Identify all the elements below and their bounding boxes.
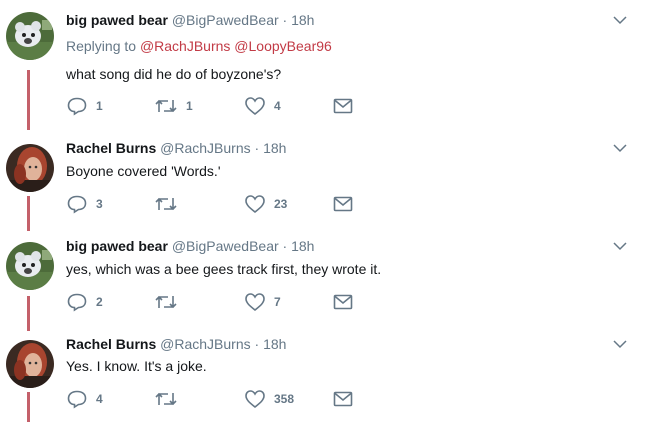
separator-dot: · (282, 12, 288, 28)
retweet-count: 1 (186, 99, 193, 113)
bear-avatar-image (6, 12, 54, 60)
timestamp[interactable]: 18h (291, 12, 314, 28)
retweet-button[interactable] (154, 292, 186, 312)
avatar[interactable] (6, 12, 54, 60)
reply-count: 3 (96, 197, 103, 211)
user-handle[interactable]: @BigPawedBear (172, 12, 279, 28)
message-icon (333, 98, 353, 114)
separator-dot: · (282, 238, 288, 254)
user-handle[interactable]: @RachJBurns (160, 140, 250, 156)
reply-button[interactable]: 1 (66, 96, 103, 116)
message-button[interactable] (332, 194, 354, 214)
timestamp[interactable]: 18h (263, 336, 286, 352)
display-name[interactable]: big pawed bear (66, 12, 168, 28)
message-button[interactable] (332, 389, 354, 409)
like-count: 7 (274, 295, 281, 309)
reply-icon (67, 97, 87, 116)
tweet-header: big pawed bear @BigPawedBear · 18h (66, 237, 314, 255)
reply-button[interactable]: 3 (66, 194, 103, 214)
retweet-icon (155, 295, 177, 309)
reply-button[interactable]: 2 (66, 292, 103, 312)
avatar[interactable] (6, 340, 54, 388)
like-icon (245, 390, 265, 409)
tweet-text: Boyone covered 'Words.' (66, 163, 221, 179)
reply-icon (67, 195, 87, 214)
message-button[interactable] (332, 292, 354, 312)
tweet-header: big pawed bear @BigPawedBear · 18h (66, 11, 314, 29)
tweet[interactable]: big pawed bear @BigPawedBear · 18h Reply… (0, 10, 650, 125)
chevron-down-icon[interactable] (612, 238, 628, 254)
avatar[interactable] (6, 144, 54, 192)
separator-dot: · (254, 140, 260, 156)
chevron-down-icon[interactable] (612, 336, 628, 352)
like-count: 358 (274, 392, 295, 406)
like-count: 23 (274, 197, 288, 211)
tweet[interactable]: Rachel Burns @RachJBurns · 18h Boyone co… (0, 138, 650, 228)
timestamp[interactable]: 18h (291, 238, 314, 254)
chevron-down-icon[interactable] (612, 140, 628, 156)
chevron-down-icon[interactable] (612, 12, 628, 28)
like-icon (245, 97, 265, 116)
tweet-header: Rachel Burns @RachJBurns · 18h (66, 139, 286, 157)
mention-link[interactable]: @LoopyBear96 (234, 38, 332, 54)
display-name[interactable]: Rachel Burns (66, 336, 156, 352)
display-name[interactable]: big pawed bear (66, 238, 168, 254)
message-icon (333, 294, 353, 310)
like-button[interactable]: 7 (244, 292, 281, 312)
reply-count: 1 (96, 99, 103, 113)
timestamp[interactable]: 18h (263, 140, 286, 156)
like-button[interactable]: 4 (244, 96, 281, 116)
reply-button[interactable]: 4 (66, 389, 103, 409)
message-icon (333, 196, 353, 212)
reply-icon (67, 390, 87, 409)
tweet-header: Rachel Burns @RachJBurns · 18h (66, 335, 286, 353)
display-name[interactable]: Rachel Burns (66, 140, 156, 156)
message-button[interactable] (332, 96, 354, 116)
retweet-icon (155, 392, 177, 406)
tweet-text: what song did he do of boyzone's? (66, 66, 282, 82)
avatar[interactable] (6, 242, 54, 290)
like-button[interactable]: 358 (244, 389, 294, 409)
retweet-icon (155, 197, 177, 211)
reply-count: 4 (96, 392, 103, 406)
like-button[interactable]: 23 (244, 194, 287, 214)
retweet-button[interactable] (154, 389, 186, 409)
like-icon (245, 195, 265, 214)
rachel-avatar-image (6, 144, 54, 192)
retweet-icon (155, 99, 177, 113)
bear-avatar-image (6, 242, 54, 290)
separator-dot: · (254, 336, 260, 352)
reply-count: 2 (96, 295, 103, 309)
tweet-text: Yes. I know. It's a joke. (66, 358, 207, 374)
retweet-button[interactable] (154, 194, 186, 214)
user-handle[interactable]: @RachJBurns (160, 336, 250, 352)
user-handle[interactable]: @BigPawedBear (172, 238, 279, 254)
reply-icon (67, 293, 87, 312)
rachel-avatar-image (6, 340, 54, 388)
message-icon (333, 391, 353, 407)
mention-link[interactable]: @RachJBurns (140, 38, 230, 54)
like-count: 4 (274, 99, 281, 113)
replying-to-label: Replying to (66, 38, 137, 54)
replying-to: Replying to @RachJBurns @LoopyBear96 (66, 37, 332, 55)
retweet-button[interactable]: 1 (154, 96, 193, 116)
tweet-text: yes, which was a bee gees track first, t… (66, 261, 382, 277)
tweet[interactable]: big pawed bear @BigPawedBear · 18h yes, … (0, 236, 650, 326)
tweet[interactable]: Rachel Burns @RachJBurns · 18h Yes. I kn… (0, 334, 650, 422)
like-icon (245, 293, 265, 312)
